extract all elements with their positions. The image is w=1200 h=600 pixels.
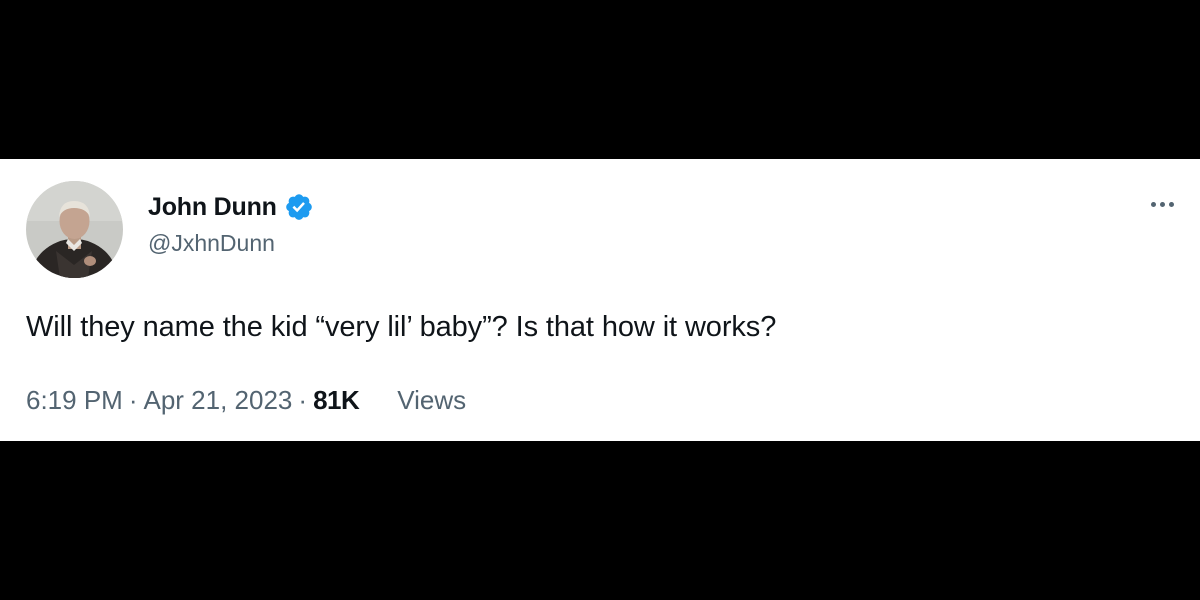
separator-dot: ·	[298, 385, 308, 415]
display-name[interactable]: John Dunn	[148, 193, 277, 222]
screenshot-frame: John Dunn @JxhnDunn Will they name the k…	[0, 0, 1200, 600]
avatar-photo	[26, 181, 123, 278]
author-name-row: John Dunn	[148, 191, 314, 223]
verified-badge-icon	[284, 192, 314, 222]
tweet-card: John Dunn @JxhnDunn Will they name the k…	[0, 159, 1200, 441]
more-options-icon[interactable]	[1142, 189, 1182, 219]
tweet-text: Will they name the kid “very lil’ baby”?…	[26, 311, 777, 343]
tweet-date[interactable]: Apr 21, 2023	[144, 385, 293, 416]
views-count: 81K	[313, 385, 360, 415]
views-label: Views	[397, 385, 467, 415]
tweet-time[interactable]: 6:19 PM	[26, 385, 123, 416]
more-dot	[1168, 201, 1174, 207]
separator-dot: ·	[128, 385, 138, 415]
more-dot	[1150, 201, 1156, 207]
tweet-metadata: 6:19 PM · Apr 21, 2023 · 81K Views	[26, 385, 466, 416]
more-dot	[1159, 201, 1165, 207]
user-handle[interactable]: @JxhnDunn	[148, 230, 275, 257]
avatar[interactable]	[26, 181, 123, 278]
